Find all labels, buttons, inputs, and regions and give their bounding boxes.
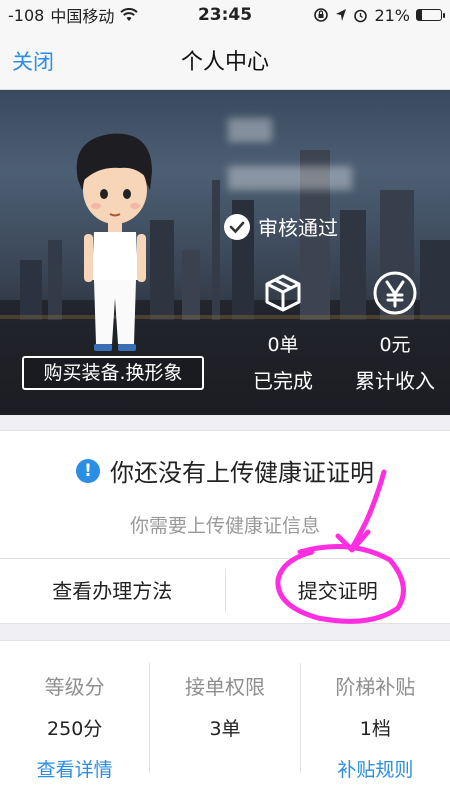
order-limit-column: 接单权限 3单 <box>150 641 299 800</box>
verification-status: 审核通过 <box>224 212 338 241</box>
view-details-link[interactable]: 查看详情 <box>0 755 149 782</box>
user-name-redacted <box>228 118 272 142</box>
view-method-button[interactable]: 查看办理方法 <box>0 559 225 623</box>
order-limit-label: 接单权限 <box>184 675 265 699</box>
battery-icon <box>416 9 445 21</box>
completed-orders-stat: 0单 已完成 <box>228 270 338 394</box>
status-left: -108 中国移动 <box>8 3 178 27</box>
user-phone-redacted <box>228 166 352 190</box>
rotation-lock-icon <box>314 8 329 22</box>
signal-strength: -108 <box>8 5 45 25</box>
status-right: 21% <box>272 5 445 25</box>
order-limit-value: 3单 <box>209 718 241 740</box>
info-icon: ! <box>76 458 100 483</box>
level-score-label: 等级分 <box>44 675 105 699</box>
wifi-icon <box>120 8 139 21</box>
battery-level <box>417 10 423 20</box>
carrier-name: 中国移动 <box>50 7 115 26</box>
submit-proof-button[interactable]: 提交证明 <box>226 559 450 623</box>
notice-title: ! 你还没有上传健康证证明 <box>0 453 450 488</box>
close-button[interactable]: 关闭 <box>12 46 54 76</box>
package-icon <box>265 274 301 312</box>
completed-orders-value: 0单 <box>267 334 299 356</box>
battery-percent: 21% <box>374 5 410 25</box>
status-bar: -108 中国移动 23:45 21% <box>0 0 450 30</box>
total-income-value: 0元 <box>379 334 411 356</box>
page-title: 个人中心 <box>180 50 269 75</box>
avatar <box>76 133 152 351</box>
level-score-column: 等级分 250分 查看详情 <box>0 641 149 800</box>
yen-icon <box>373 271 417 315</box>
check-icon <box>224 213 250 240</box>
completed-orders-label: 已完成 <box>253 369 313 393</box>
status-time: 23:45 <box>197 5 253 25</box>
health-certificate-notice: ! 你还没有上传健康证证明 你需要上传健康证信息 <box>0 430 450 558</box>
notice-title-text: 你还没有上传健康证证明 <box>110 459 374 487</box>
action-bar: 查看办理方法 提交证明 <box>0 558 450 624</box>
subsidy-rules-link[interactable]: 补贴规则 <box>301 755 450 782</box>
profile-header: 购买装备.换形象 审核通过 0单 已完成 0元 累计收入 <box>0 90 450 415</box>
tier-subsidy-label: 阶梯补贴 <box>335 675 416 699</box>
location-icon <box>336 9 347 21</box>
notice-subtitle: 你需要上传健康证信息 <box>129 515 320 537</box>
alarm-icon <box>354 9 368 22</box>
buy-equipment-button[interactable]: 购买装备.换形象 <box>22 356 204 390</box>
tier-subsidy-value: 1档 <box>359 718 391 740</box>
total-income-stat: 0元 累计收入 <box>340 270 450 394</box>
nav-bar: 关闭 个人中心 <box>0 30 450 90</box>
level-score-value: 250分 <box>47 718 103 740</box>
tier-subsidy-column: 阶梯补贴 1档 补贴规则 <box>301 641 450 800</box>
verification-label: 审核通过 <box>258 216 338 240</box>
rider-stats-panel: 等级分 250分 查看详情 接单权限 3单 阶梯补贴 1档 补贴规则 <box>0 640 450 800</box>
total-income-label: 累计收入 <box>355 369 435 393</box>
